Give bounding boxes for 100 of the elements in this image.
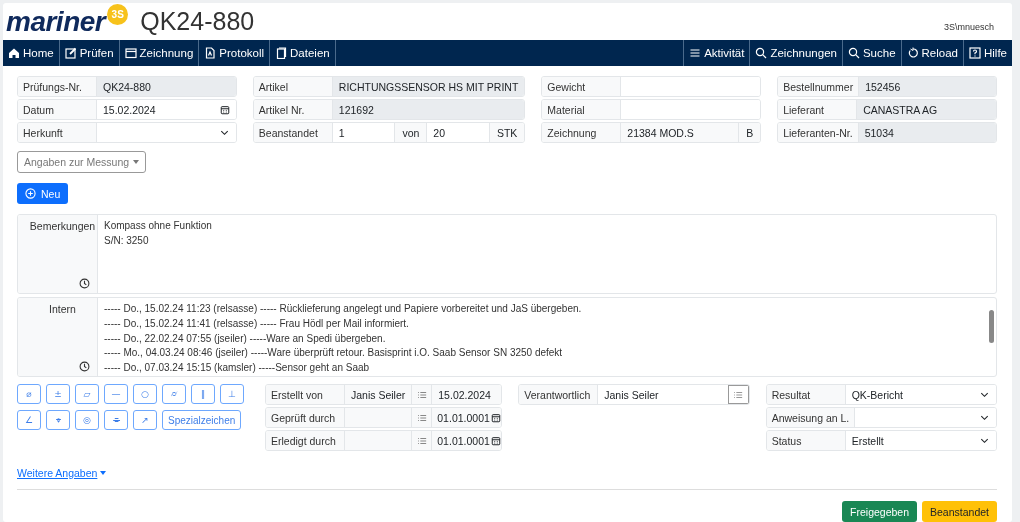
readonly-field: 15.02.2024 [431,385,502,404]
nav-item[interactable]: Prüfen [59,40,120,66]
nav-item[interactable]: Zeichnungen [749,40,842,66]
field-label: Datum [18,100,96,119]
reload-icon [906,47,919,59]
symbol-button[interactable]: ∠ [17,410,41,430]
field-label: Material [542,100,621,119]
nav-item[interactable]: Hilfe [963,40,1012,66]
symbol-button[interactable]: ± [46,384,70,404]
field-label: Erledigt durch [266,431,344,450]
readonly-field: 152456 [858,77,996,96]
date-value: 01.01.0001 [437,434,490,447]
caret-icon [100,471,107,475]
window-icon [124,47,137,59]
select-value: Erstellt [851,434,884,447]
field-label: Anweisung an L. [766,408,855,427]
field-label: Bestellnummer [778,77,859,96]
action-button[interactable]: Beanstandet [922,501,997,522]
input-field[interactable] [620,77,761,96]
text-area[interactable]: Kompass ohne Funktion S/N: 3250 [98,215,996,293]
calendar-icon [219,104,230,115]
help-icon [969,47,981,59]
unit-label: B [738,123,761,142]
field-label: Lieferanten-Nr. [778,123,858,142]
readonly-field: 121692 [331,100,525,119]
nav-item[interactable]: Zeichnung [119,40,200,66]
symbol-button[interactable]: ∥ [191,384,215,404]
select-field[interactable]: Erstellt [844,431,996,450]
date-field[interactable]: 01.01.0001 [431,431,502,450]
list-icon [416,435,427,446]
nav-item[interactable]: Aktivität [683,40,750,66]
date-field[interactable]: 15.02.2024 [96,100,236,119]
date-value: 15.02.2024 [103,103,156,116]
symbol-button[interactable]: — [104,384,128,404]
new-button[interactable]: Neu [17,183,69,204]
field-label: Artikel [253,77,332,96]
field-label: Geprüft durch [266,408,344,427]
dropdown-button[interactable]: Angaben zur Messung [17,151,147,173]
readonly-field: QK24-880 [96,77,236,96]
symbol-button[interactable]: ○ [133,384,157,404]
list-icon [733,389,744,400]
input-field[interactable] [620,100,761,119]
nav-item[interactable]: Dateien [270,40,336,66]
symbol-button[interactable]: ⌖ [46,410,70,430]
field-label: Lieferant [778,100,857,119]
special-chars-button[interactable]: Spezialzeichen [162,410,242,430]
home-icon [8,47,20,59]
menu-icon [689,47,702,59]
field-label: Beanstandet [253,123,332,142]
action-button[interactable]: Freigegeben [842,501,918,522]
edit-icon [64,47,77,59]
field-label: Verantwortlich [519,385,598,404]
select-field[interactable] [96,123,236,142]
document-icon [204,47,217,59]
readonly-field: CANASTRA AG [856,100,996,119]
date-value: 01.01.0001 [437,411,490,424]
caret-icon [133,160,140,164]
symbol-button[interactable]: ⌀ [17,384,41,404]
readonly-field: Janis Seiler [344,385,412,404]
text-area[interactable]: ----- Do., 15.02.24 11:23 (relsasse) ----- Rücklieferung angelegt und Papiere vorbereitet und JaS übergeben. ----- Do., 15.02.24 11:41 (relsasse) ----- Frau Hödl per Mail informiert. ----- Do., 22.02.24 07:55 (jseiler) -----Ware an Spedi übergeben. ----- Mo., 04.03.24 08:46 (jseiler) -----Ware überprüft retour. Basisprint i.O. Saab Sensor SN 3250 defekt ----- Do., 07.03.24 15:15 (kamsler) -----Sensor geht an Saab [98,298,986,376]
date-field[interactable]: 01.01.0001 [431,408,502,427]
nav-item[interactable]: Suche [841,40,901,66]
unit-label: STK [488,123,525,142]
readonly-field: 51034 [857,123,996,142]
nav-item[interactable]: Protokoll [199,40,271,66]
clock-icon [79,361,90,372]
list-icon [416,389,427,400]
field-label: Bemerkungen [29,220,96,232]
field-label: Zeichnung [542,123,621,142]
symbol-button[interactable]: ▱ [75,384,99,404]
logo-badge: 3S [107,4,129,25]
symbol-button[interactable]: ◎ [75,410,99,430]
symbol-button[interactable]: ⌯ [104,410,128,430]
list-icon [416,412,427,423]
calendar-icon [490,412,501,423]
field-label: Resultat [766,385,845,404]
select-field[interactable]: QK-Bericht [844,385,996,404]
nav-item[interactable]: Home [3,40,60,66]
field-label: Status [766,431,845,450]
select-field[interactable] [854,408,996,427]
page-title: QK24-880 [140,7,255,36]
field-label: Erstellt von [266,385,344,404]
more-link[interactable]: Weitere Angaben [17,467,107,479]
calendar-icon [490,435,501,446]
field-label: Artikel Nr. [253,100,332,119]
select-value: QK-Bericht [851,388,903,401]
search-icon [847,47,860,59]
field-label: Herkunft [18,123,96,142]
symbol-button[interactable]: ⌭ [162,384,186,404]
symbol-button[interactable]: ↗ [133,410,157,430]
user-name: 3S\mnuesch [943,21,994,32]
clock-icon [79,278,90,289]
field-label: Intern [49,303,76,315]
list-button[interactable] [727,385,749,404]
plus-circle-icon [25,188,36,199]
nav-item[interactable]: Reload [900,40,963,66]
field-label: Gewicht [542,77,621,96]
unit-label: von [394,123,427,142]
symbol-button[interactable]: ⊥ [220,384,244,404]
readonly-field: RICHTUNGSSENSOR HS MIT PRINT [331,77,525,96]
